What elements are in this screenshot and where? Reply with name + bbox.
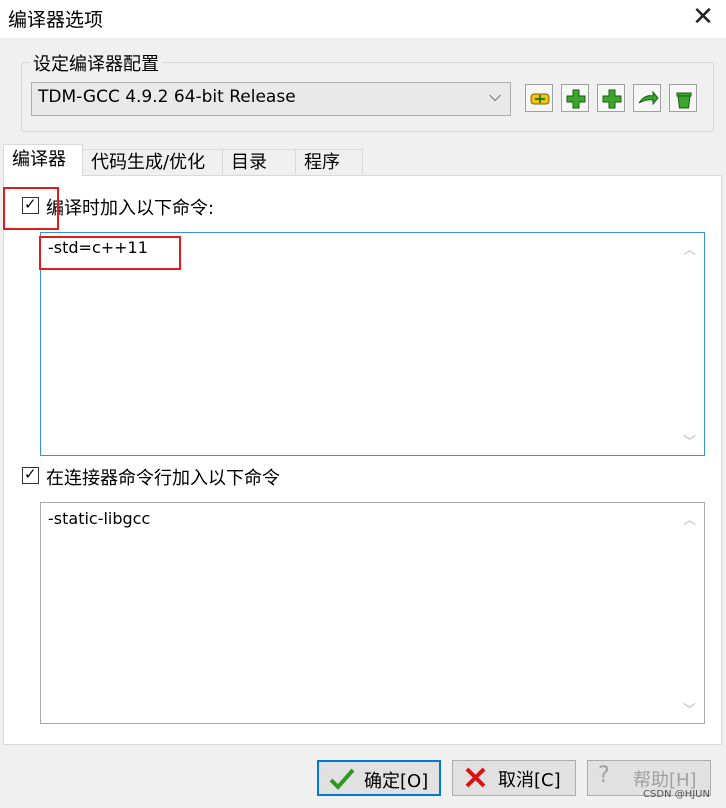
linker-commands-checkbox[interactable]: ✓ bbox=[22, 465, 39, 484]
add-config-alt-button[interactable] bbox=[597, 84, 625, 112]
compiler-config-value: TDM-GCC 4.9.2 64-bit Release bbox=[38, 87, 296, 107]
scroll-down-icon[interactable]: ﹀ bbox=[683, 699, 696, 718]
tab-programs[interactable]: 程序 bbox=[295, 149, 363, 176]
chevron-down-icon[interactable]: ⌵ bbox=[489, 86, 501, 106]
rename-config-icon bbox=[530, 93, 550, 105]
ok-button[interactable]: 确定[O] bbox=[317, 760, 441, 796]
linker-commands-text: -static-libgcc bbox=[48, 509, 151, 528]
window-title: 编译器选项 bbox=[8, 9, 104, 31]
close-icon[interactable]: ✕ bbox=[688, 2, 718, 32]
tab-codegen[interactable]: 代码生成/优化 bbox=[82, 149, 223, 176]
scroll-up-icon[interactable]: ︿ bbox=[683, 509, 696, 528]
export-config-icon bbox=[638, 90, 659, 106]
checkmark-icon bbox=[329, 768, 355, 790]
cancel-button-label: 取消[C] bbox=[498, 770, 561, 791]
export-config-button[interactable] bbox=[633, 84, 661, 112]
tab-directories[interactable]: 目录 bbox=[222, 149, 296, 176]
highlight-box-command bbox=[39, 236, 181, 270]
scroll-down-icon[interactable]: ﹀ bbox=[683, 431, 696, 450]
title-bar bbox=[0, 0, 726, 38]
linker-commands-textarea[interactable] bbox=[40, 502, 705, 724]
cancel-button[interactable]: 取消[C] bbox=[452, 760, 576, 796]
add-config-icon bbox=[566, 89, 586, 109]
linker-commands-label: 在连接器命令行加入以下命令 bbox=[46, 468, 280, 489]
rename-config-button[interactable] bbox=[525, 84, 553, 112]
close-icon bbox=[465, 767, 486, 788]
tab-compiler[interactable]: 编译器 bbox=[3, 144, 83, 176]
delete-config-icon bbox=[676, 92, 692, 109]
help-icon: ? bbox=[598, 763, 610, 788]
config-group-legend: 设定编译器配置 bbox=[30, 50, 162, 76]
watermark: CSDN @HJUN bbox=[643, 789, 710, 800]
scroll-up-icon[interactable]: ︿ bbox=[683, 239, 696, 258]
add-config-button[interactable] bbox=[561, 84, 589, 112]
add-config-alt-icon bbox=[602, 89, 622, 109]
highlight-box-checkbox bbox=[3, 187, 59, 230]
delete-config-button[interactable] bbox=[669, 84, 697, 112]
checkmark-icon: ✓ bbox=[24, 465, 37, 483]
compile-commands-label: 编译时加入以下命令: bbox=[46, 198, 215, 219]
ok-button-label: 确定[O] bbox=[364, 771, 429, 792]
